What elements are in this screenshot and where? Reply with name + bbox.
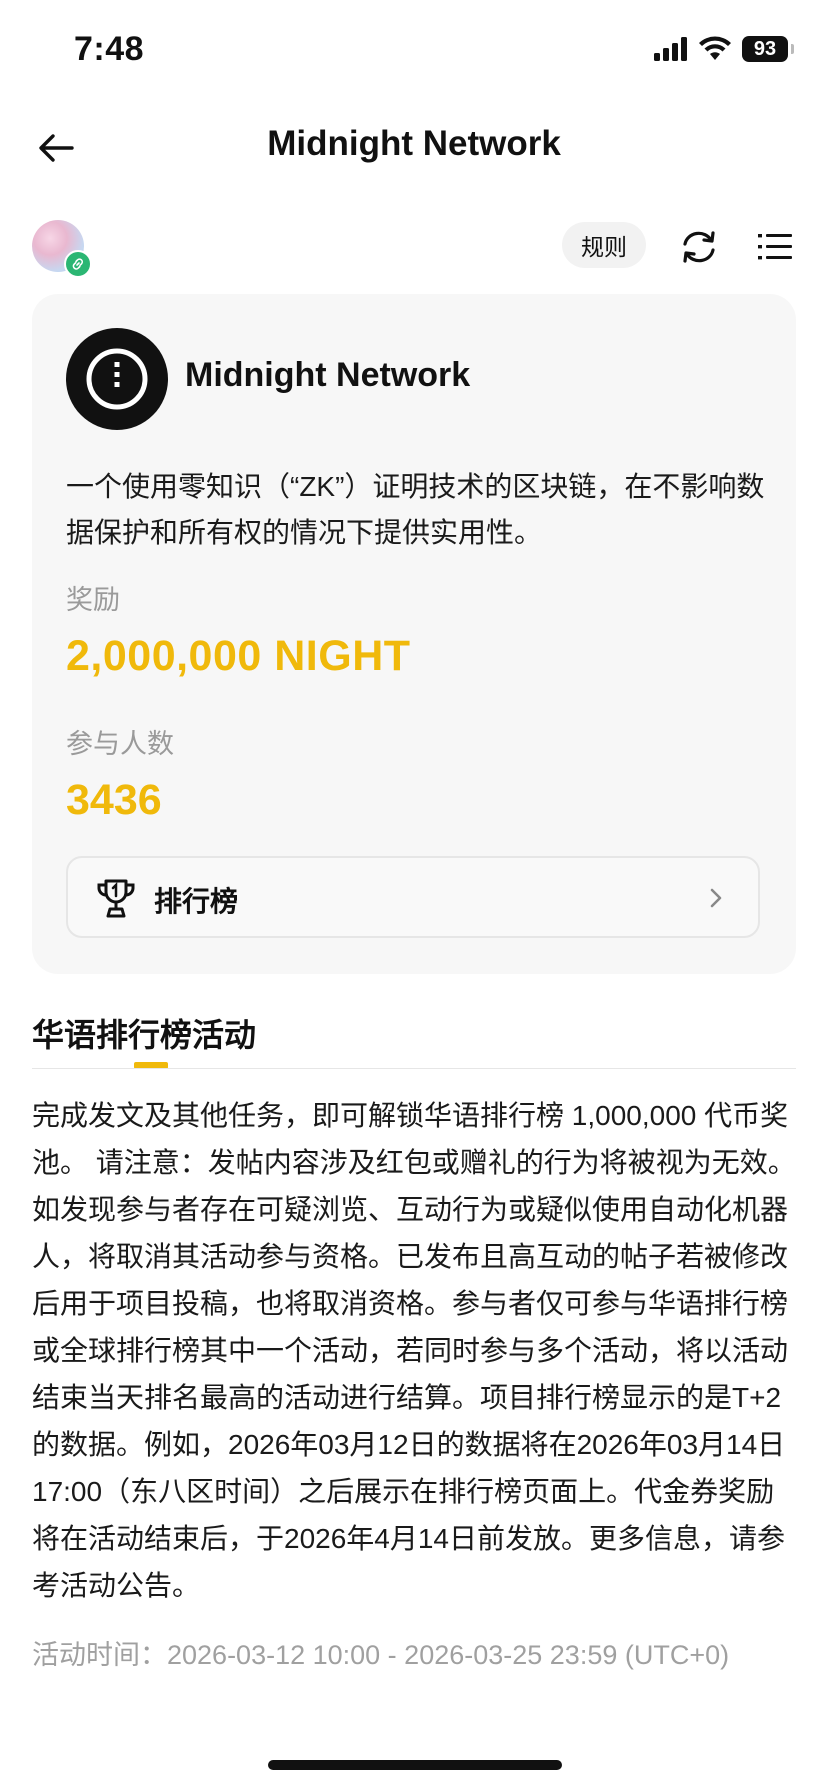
refresh-button[interactable]	[676, 224, 722, 270]
list-menu-button[interactable]	[752, 224, 798, 270]
project-card: Midnight Network 一个使用零知识（“ZK”）证明技术的区块链，在…	[32, 294, 796, 974]
activity-time: 活动时间：2026-03-12 10:00 - 2026-03-25 23:59…	[32, 1632, 796, 1679]
nav-header: Midnight Network	[0, 112, 828, 182]
wifi-icon	[699, 36, 731, 60]
reward-value: 2,000,000 NIGHT	[66, 632, 411, 680]
divider	[32, 1068, 796, 1069]
activity-time-range: 2026-03-12 10:00 - 2026-03-25 23:59 (UTC…	[167, 1640, 730, 1670]
link-icon	[72, 258, 84, 270]
trophy-icon	[97, 879, 135, 918]
refresh-icon	[683, 231, 715, 263]
participants-label: 参与人数	[66, 729, 174, 759]
activity-description: 完成发文及其他任务，即可解锁华语排行榜 1,000,000 代币奖池。 请注意：…	[32, 1100, 796, 1601]
rules-button[interactable]: 规则	[562, 222, 646, 268]
link-badge	[64, 250, 92, 278]
status-bar: 7:48 93	[0, 0, 828, 100]
battery-level: 93	[753, 37, 777, 60]
tab-chinese-leaderboard[interactable]: 华语排行榜活动	[32, 1010, 256, 1056]
activity-time-label: 活动时间：	[32, 1640, 167, 1670]
page: 7:48 93 Midnight Network 规则 Midnight Net…	[0, 0, 828, 1792]
status-time: 7:48	[74, 30, 145, 68]
home-indicator[interactable]	[268, 1760, 562, 1770]
project-logo	[66, 328, 168, 430]
page-title: Midnight Network	[267, 124, 561, 163]
project-description: 一个使用零知识（“ZK”）证明技术的区块链，在不影响数据保护和所有权的情况下提供…	[66, 471, 765, 548]
chevron-right-icon	[710, 888, 722, 908]
participants-value: 3436	[66, 776, 162, 824]
toolbar: 规则	[0, 214, 828, 278]
status-icons: 93	[654, 36, 794, 62]
battery-icon: 93	[742, 36, 794, 62]
signal-icon	[654, 37, 687, 61]
project-name: Midnight Network	[185, 356, 471, 394]
list-menu-icon	[758, 234, 792, 260]
leaderboard-button[interactable]: 排行榜	[66, 856, 760, 938]
reward-label: 奖励	[66, 585, 120, 615]
midnight-logo-icon	[86, 348, 148, 410]
leaderboard-label: 排行榜	[154, 886, 239, 917]
